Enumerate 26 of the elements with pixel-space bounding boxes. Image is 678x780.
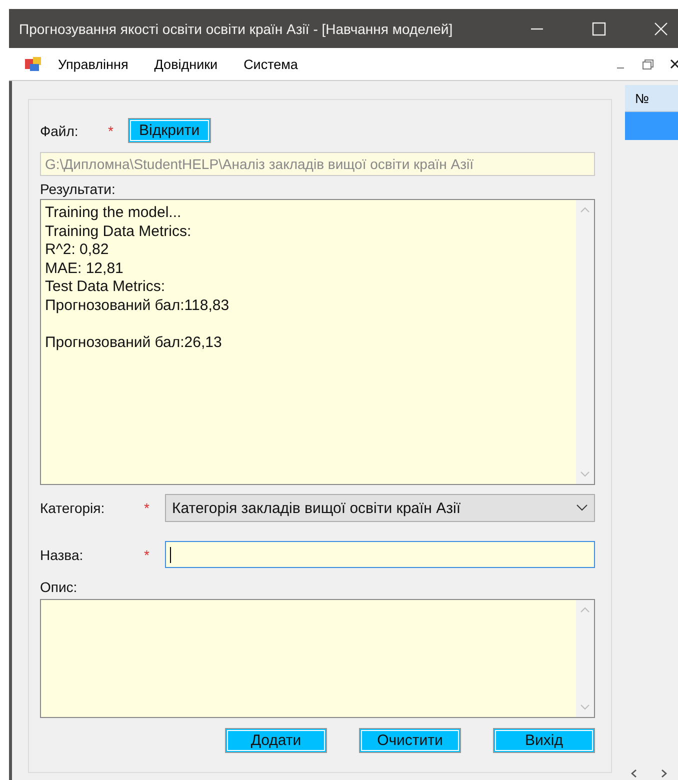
form-button[interactable]: Очистити: [359, 728, 461, 753]
field-label: Категорія:: [40, 500, 106, 516]
required-mark: *: [108, 122, 114, 138]
form-button[interactable]: Додати: [225, 728, 327, 753]
form-button[interactable]: Вихід: [493, 728, 595, 753]
required-mark: *: [144, 546, 150, 562]
field-label: Назва:: [40, 546, 84, 562]
maximize-icon[interactable]: [592, 22, 606, 36]
scroll-left-icon[interactable]: [631, 768, 637, 778]
restore-icon[interactable]: [642, 58, 654, 70]
name-input-field[interactable]: [165, 541, 595, 568]
category-dropdown[interactable]: Категорія закладів вищої освіти країн Азії: [165, 494, 595, 522]
required-mark: *: [144, 500, 150, 516]
column-header[interactable]: №: [625, 85, 678, 112]
scroll-right-icon[interactable]: [661, 768, 667, 778]
close-icon[interactable]: [670, 59, 678, 69]
window-title: Прогнозування якості освіти освіти країн Азії - [Навчання моделей]: [19, 20, 454, 36]
menu-item[interactable]: Довідники: [141, 56, 231, 72]
app-icon[interactable]: [25, 56, 41, 72]
field-label: Файл:: [40, 122, 80, 138]
menu-item[interactable]: Система: [230, 56, 311, 72]
description-label: Опис:: [40, 579, 78, 595]
open-button[interactable]: Відкрити: [128, 118, 211, 143]
results-label: Результати:: [40, 181, 116, 197]
chevron-down-icon: [576, 504, 588, 512]
menu-item[interactable]: Управління: [45, 56, 142, 72]
